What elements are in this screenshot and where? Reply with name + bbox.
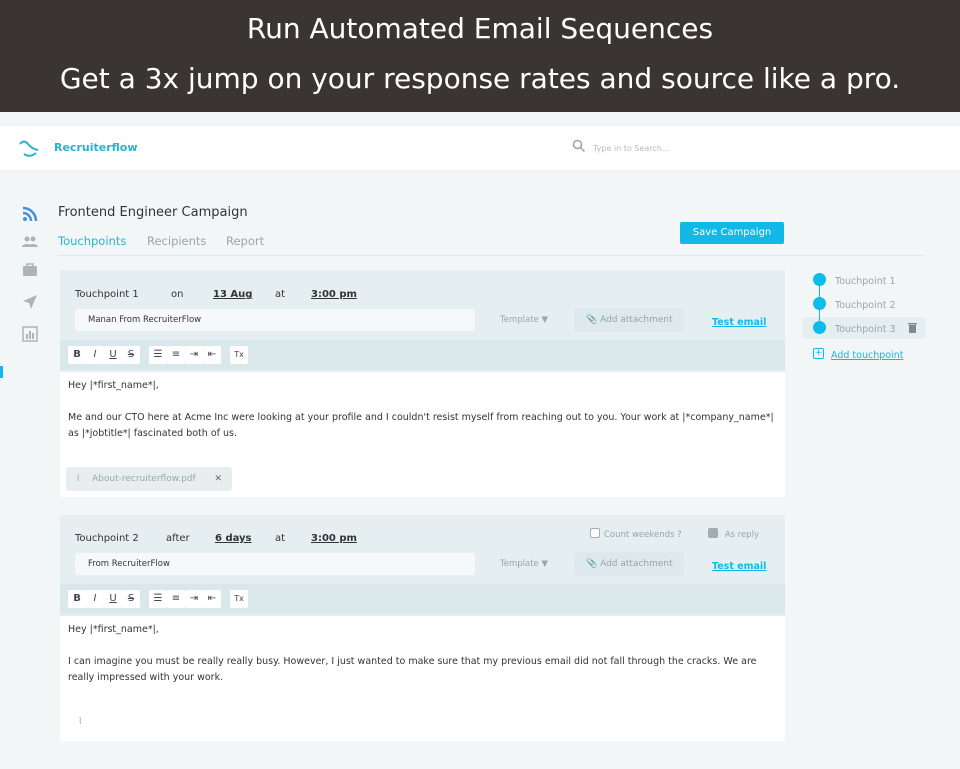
timeline-dot [813,273,826,286]
at-label: at [275,289,285,300]
relation-label: after [166,533,190,544]
page-title: Frontend Engineer Campaign [58,205,248,220]
numbered-list-icon[interactable]: ≡ [167,590,185,608]
date-picker[interactable]: 13 Aug [213,289,252,300]
active-indicator [0,366,3,378]
add-attachment-label: Add attachment [600,559,673,569]
paperclip-icon: 📎 [586,559,597,569]
strike-button[interactable]: S [122,346,140,364]
reports-icon[interactable] [22,326,38,342]
app-header: Recruiterflow Type in to Search... [0,126,960,170]
caret-down-icon: ▼ [542,559,549,569]
clear-format-button[interactable]: Tx [230,346,248,364]
paperclip-icon: ⌇ [76,467,80,491]
banner-headline: Run Automated Email Sequences [0,12,960,45]
body-line: Hey |*first_name*|, [68,378,777,394]
italic-button[interactable]: I [86,346,104,364]
close-icon[interactable]: ✕ [214,467,222,491]
paperclip-icon[interactable]: ⌇ [78,714,83,730]
briefcase-icon[interactable] [22,262,38,278]
search-input[interactable]: Type in to Search... [593,144,669,153]
trash-icon[interactable] [908,322,917,333]
add-attachment-button[interactable]: 📎 Add attachment [574,552,684,576]
delay-picker[interactable]: 6 days [215,533,252,544]
timeline-item-1[interactable]: Touchpoint 1 [835,276,896,287]
numbered-list-icon[interactable]: ≡ [167,346,185,364]
body-line: Hey |*first_name*|, [68,622,777,638]
outdent-icon[interactable]: ⇤ [203,346,221,364]
template-label: Template [500,315,539,325]
add-attachment-label: Add attachment [600,315,673,325]
plus-icon[interactable]: + [813,348,824,359]
caret-down-icon: ▼ [542,315,549,325]
test-email-link[interactable]: Test email [712,317,766,328]
indent-icon[interactable]: ⇥ [185,590,203,608]
count-weekends-label: Count weekends ? [604,530,682,540]
paperclip-icon: 📎 [586,315,597,325]
bold-button[interactable]: B [68,590,86,608]
timeline-item-2[interactable]: Touchpoint 2 [835,300,896,311]
test-email-link[interactable]: Test email [712,561,766,572]
italic-button[interactable]: I [86,590,104,608]
email-body[interactable]: Hey |*first_name*|, I can imagine you mu… [60,616,785,741]
tab-report[interactable]: Report [226,234,264,248]
underline-button[interactable]: U [104,590,122,608]
as-reply-checkbox[interactable]: As reply [708,528,759,540]
at-label: at [275,533,285,544]
bullet-list-icon[interactable]: ☰ [149,590,167,608]
editor-toolbar: B I U S ☰ ≡ ⇥ ⇤ Tx [60,340,785,370]
tab-recipients[interactable]: Recipients [147,234,206,248]
time-picker[interactable]: 3:00 pm [311,533,357,544]
touchpoint-card: Touchpoint 1 on 13 Aug at 3:00 pm Manan … [60,270,785,497]
attachment-chip[interactable]: About-recruiterflow.pdf ✕ ⌇ [66,467,232,491]
from-field[interactable]: Manan From RecruiterFlow [75,309,475,331]
divider [58,255,925,256]
strike-button[interactable]: S [122,590,140,608]
touchpoint-name: Touchpoint 2 [75,533,139,544]
send-icon[interactable] [22,294,38,310]
clear-format-button[interactable]: Tx [230,590,248,608]
feed-icon[interactable] [22,206,38,222]
template-dropdown[interactable]: Template ▼ [500,559,548,569]
promo-banner: Run Automated Email Sequences Get a 3x j… [0,0,960,112]
body-line: I can imagine you must be really really … [68,654,777,686]
touchpoint-name: Touchpoint 1 [75,289,139,300]
add-attachment-button[interactable]: 📎 Add attachment [574,308,684,332]
logo-icon [18,138,40,158]
relation-label: on [171,289,183,300]
timeline-item-3[interactable]: Touchpoint 3 [835,324,896,335]
timeline-dot [813,321,826,334]
from-field[interactable]: From RecruiterFlow [75,553,475,575]
brand-name: Recruiterflow [54,141,138,154]
outdent-icon[interactable]: ⇤ [203,590,221,608]
search-icon[interactable] [572,139,586,153]
template-label: Template [500,559,539,569]
tab-touchpoints[interactable]: Touchpoints [58,234,126,248]
editor-toolbar: B I U S ☰ ≡ ⇥ ⇤ Tx [60,584,785,614]
body-line: Me and our CTO here at Acme Inc were loo… [68,410,777,442]
as-reply-label: As reply [725,530,759,540]
add-touchpoint-link[interactable]: Add touchpoint [831,350,903,361]
touchpoint-card: Touchpoint 2 after 6 days at 3:00 pm Cou… [60,515,785,741]
email-body[interactable]: Hey |*first_name*|, Me and our CTO here … [60,372,785,497]
count-weekends-checkbox[interactable]: Count weekends ? [590,528,682,540]
people-icon[interactable] [22,234,38,250]
attachment-name: About-recruiterflow.pdf [92,474,196,484]
bullet-list-icon[interactable]: ☰ [149,346,167,364]
banner-subline: Get a 3x jump on your response rates and… [0,62,960,95]
timeline-dot [813,297,826,310]
time-picker[interactable]: 3:00 pm [311,289,357,300]
underline-button[interactable]: U [104,346,122,364]
indent-icon[interactable]: ⇥ [185,346,203,364]
bold-button[interactable]: B [68,346,86,364]
template-dropdown[interactable]: Template ▼ [500,315,548,325]
save-campaign-button[interactable]: Save Campaign [680,222,784,244]
